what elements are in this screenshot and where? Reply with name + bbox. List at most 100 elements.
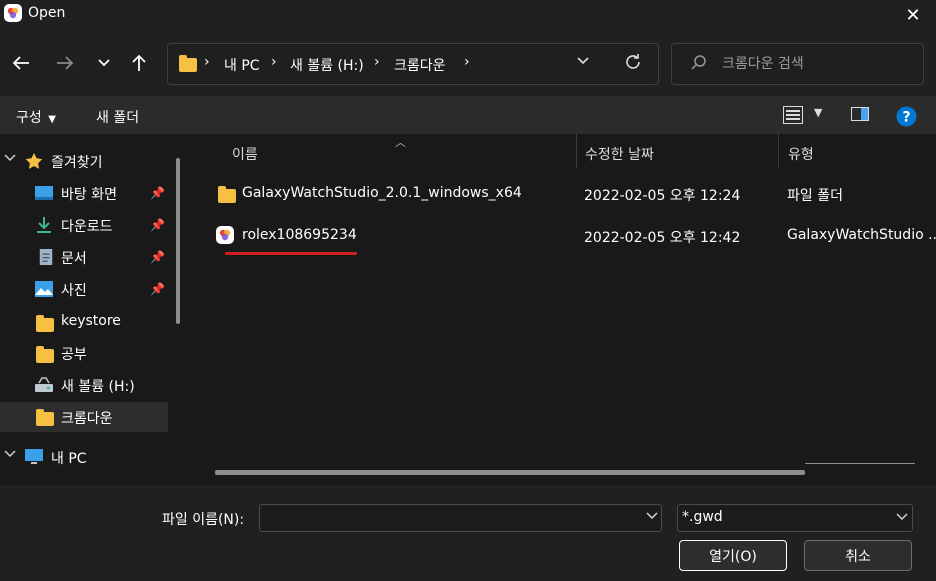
new-folder-button[interactable]: 새 폴더 — [96, 107, 139, 127]
filename-dropdown-icon[interactable] — [646, 509, 658, 523]
address-bar[interactable]: › 내 PC › 새 볼륨 (H:) › 크롬다운 › — [167, 43, 659, 85]
toolbar: 구성 ▼ 새 폴더 ▼ — [0, 96, 936, 134]
folder-icon — [179, 55, 197, 72]
breadcrumb-my-pc[interactable]: 내 PC — [224, 55, 260, 75]
breadcrumb-chrome-down[interactable]: 크롬다운 — [394, 55, 446, 75]
pc-icon — [25, 449, 43, 464]
sidebar-item-label: 사진 — [61, 283, 87, 299]
breadcrumb-separator: › — [464, 54, 470, 70]
sidebar-scrollbar[interactable] — [176, 158, 180, 324]
app-icon — [4, 4, 22, 22]
folder-icon — [218, 186, 236, 203]
sidebar-item-downloads[interactable]: 다운로드 📌 — [0, 210, 168, 240]
sidebar-item-chrome-down[interactable]: 크롬다운 — [0, 402, 168, 432]
file-type-value: *.gwd — [682, 509, 723, 525]
search-input[interactable] — [722, 54, 912, 74]
address-dropdown-icon[interactable] — [576, 54, 590, 70]
up-button[interactable] — [126, 50, 152, 76]
view-options-icon[interactable] — [783, 106, 803, 124]
close-button[interactable]: ✕ — [890, 0, 936, 30]
refresh-icon[interactable] — [623, 52, 643, 77]
column-header-modified[interactable]: 수정한 날짜 — [585, 144, 654, 164]
horizontal-scrollbar[interactable] — [215, 470, 805, 475]
help-icon[interactable]: ? — [896, 106, 917, 127]
column-divider[interactable] — [778, 134, 779, 168]
sidebar-item-my-pc[interactable]: 내 PC — [0, 442, 168, 472]
file-row[interactable]: rolex108695234 2022-02-05 오후 12:42 Galax… — [210, 220, 936, 252]
drive-icon — [35, 377, 53, 392]
scrollbar-track — [805, 463, 915, 464]
breadcrumb-separator: › — [374, 54, 380, 70]
search-box[interactable] — [671, 43, 924, 85]
organize-button[interactable]: 구성 ▼ — [16, 107, 56, 127]
sidebar-item-label: 다운로드 — [61, 219, 113, 235]
view-dropdown-icon[interactable]: ▼ — [814, 106, 822, 119]
open-button[interactable]: 열기(O) — [679, 540, 787, 571]
sidebar-item-study[interactable]: 공부 — [0, 338, 168, 368]
back-button[interactable] — [8, 50, 34, 76]
arrow-up-icon — [132, 54, 146, 71]
close-icon: ✕ — [905, 4, 921, 26]
arrow-right-icon — [57, 56, 74, 70]
pin-icon[interactable]: 📌 — [150, 282, 165, 296]
file-type-select[interactable]: *.gwd — [677, 504, 913, 532]
preview-pane-icon[interactable] — [851, 107, 869, 121]
sidebar-item-label: 바탕 화면 — [61, 187, 117, 203]
pin-icon[interactable]: 📌 — [150, 218, 165, 232]
star-icon — [25, 153, 43, 169]
picture-icon — [35, 281, 53, 297]
sidebar-item-keystore[interactable]: keystore — [0, 307, 168, 337]
chevron-down-icon — [896, 510, 908, 524]
file-row[interactable]: GalaxyWatchStudio_2.0.1_windows_x64 2022… — [210, 178, 936, 210]
sidebar-item-desktop[interactable]: 바탕 화면 📌 — [0, 178, 168, 208]
organize-label: 구성 — [16, 110, 42, 126]
cancel-button[interactable]: 취소 — [804, 540, 912, 571]
sidebar-item-label: 크롬다운 — [61, 411, 113, 427]
window-title: Open — [28, 5, 66, 21]
collapse-icon[interactable] — [4, 152, 16, 165]
folder-icon — [36, 315, 54, 332]
caret-down-icon: ▼ — [48, 114, 56, 125]
svg-text:?: ? — [902, 110, 910, 126]
column-header-name[interactable]: 이름 — [232, 144, 258, 164]
sidebar-item-label: 문서 — [61, 251, 87, 267]
sidebar-item-label: 새 볼륨 (H:) — [61, 379, 135, 395]
desktop-icon — [35, 186, 53, 200]
file-name: rolex108695234 — [242, 227, 357, 243]
breadcrumb-volume-h[interactable]: 새 볼륨 (H:) — [290, 55, 364, 75]
breadcrumb-separator: › — [204, 54, 210, 70]
file-type: 파일 폴더 — [787, 188, 843, 204]
file-modified: 2022-02-05 오후 12:24 — [584, 188, 741, 204]
sidebar-item-label: 즐겨찾기 — [51, 155, 103, 171]
sidebar-item-label: 공부 — [61, 347, 87, 363]
breadcrumb-separator: › — [271, 54, 277, 70]
download-icon — [37, 217, 51, 233]
column-divider[interactable] — [576, 134, 577, 168]
dialog-footer: 파일 이름(N): *.gwd 열기(O) 취소 — [0, 485, 936, 581]
title-bar: Open ✕ — [0, 0, 936, 30]
filename-input[interactable] — [259, 504, 662, 532]
pin-icon[interactable]: 📌 — [150, 250, 165, 264]
sidebar-item-favorites[interactable]: 즐겨찾기 — [0, 146, 168, 176]
galaxy-watch-studio-icon — [216, 226, 234, 244]
sidebar-item-label: keystore — [61, 313, 121, 329]
document-icon — [39, 249, 53, 265]
column-header-type[interactable]: 유형 — [788, 144, 814, 164]
navigation-pane: 즐겨찾기 바탕 화면 📌 다운로드 📌 문서 📌 사진 📌 keystore 공… — [0, 134, 190, 485]
sort-ascending-icon: ︿ — [395, 136, 406, 149]
file-name: GalaxyWatchStudio_2.0.1_windows_x64 — [242, 185, 522, 201]
forward-button[interactable] — [52, 50, 78, 76]
filename-label: 파일 이름(N): — [162, 512, 245, 528]
sidebar-item-label: 내 PC — [51, 451, 87, 467]
chevron-down-icon — [98, 59, 110, 67]
pin-icon[interactable]: 📌 — [150, 186, 165, 200]
recent-locations-button[interactable] — [91, 50, 117, 76]
folder-icon — [36, 409, 54, 426]
file-type: GalaxyWatchStudio ... — [787, 227, 936, 243]
sidebar-item-volume-h[interactable]: 새 볼륨 (H:) — [0, 370, 168, 400]
sidebar-item-documents[interactable]: 문서 📌 — [0, 242, 168, 272]
collapse-icon[interactable] — [4, 448, 16, 461]
sidebar-item-pictures[interactable]: 사진 📌 — [0, 274, 168, 304]
arrow-left-icon — [12, 56, 29, 70]
annotation-underline — [225, 252, 357, 255]
